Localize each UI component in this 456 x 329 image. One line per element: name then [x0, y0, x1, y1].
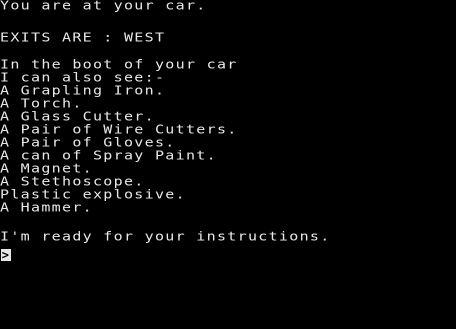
location-text: You are at your car. [0, 0, 207, 13]
command-prompt[interactable]: > [1, 249, 11, 261]
game-screen: You are at your car. EXITS ARE : WEST In… [0, 0, 456, 329]
exits-text: EXITS ARE : WEST [0, 29, 166, 45]
item-hammer: A Hammer. [0, 199, 93, 215]
ready-message: I'm ready for your instructions. [0, 228, 331, 244]
